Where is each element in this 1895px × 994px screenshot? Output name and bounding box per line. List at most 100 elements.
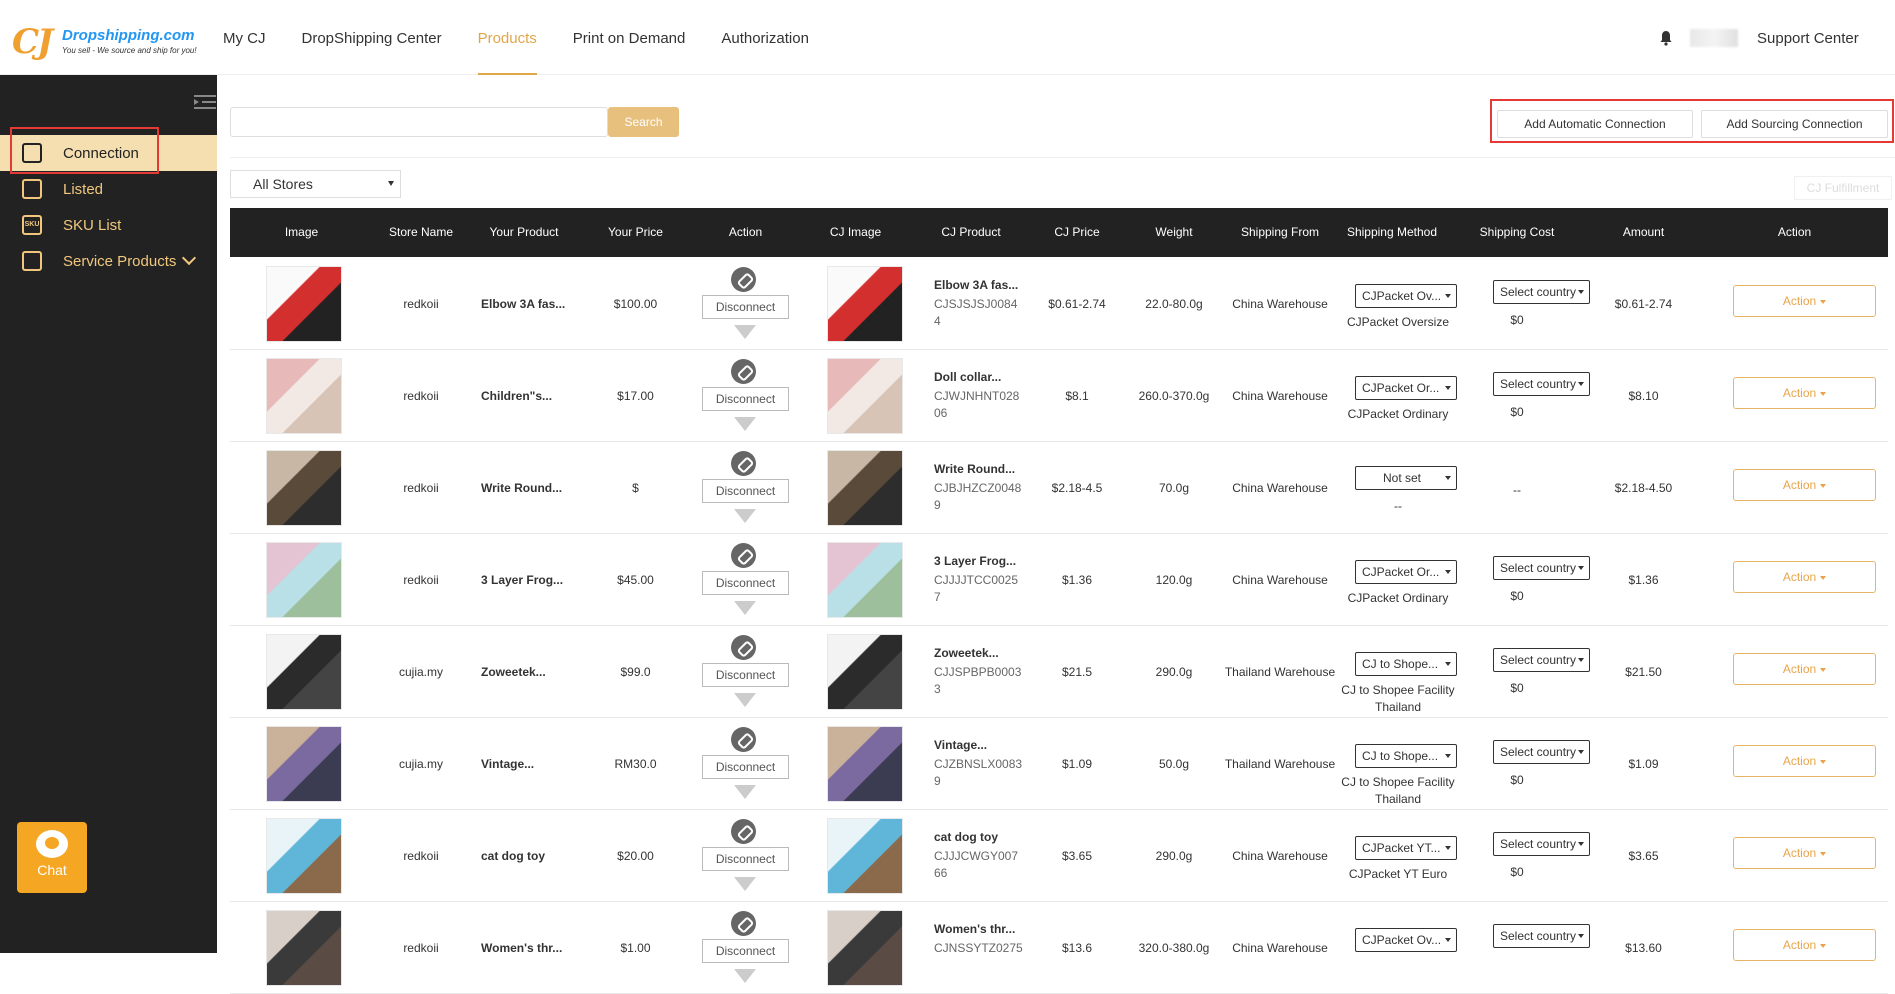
nav-authorization[interactable]: Authorization xyxy=(721,0,809,75)
store-filter-select[interactable]: All Stores xyxy=(230,170,401,198)
logo[interactable]: CJ Dropshipping.com You sell - We source… xyxy=(12,22,197,62)
product-image[interactable] xyxy=(266,726,342,802)
product-image[interactable] xyxy=(266,818,342,894)
cj-product-name[interactable]: cat dog toy xyxy=(934,830,1024,844)
column-header: Amount xyxy=(1622,225,1665,239)
cj-product-name[interactable]: 3 Layer Frog... xyxy=(934,554,1024,568)
shipping-cost-country-select[interactable]: Select country xyxy=(1493,372,1590,396)
product-image[interactable] xyxy=(266,542,342,618)
shipping-cost-country-select[interactable]: Select country xyxy=(1493,648,1590,672)
row-action-button[interactable]: Action xyxy=(1733,837,1876,869)
row-action-button[interactable]: Action xyxy=(1733,377,1876,409)
shipping-method-select[interactable]: Not set xyxy=(1355,466,1457,490)
product-image[interactable] xyxy=(266,450,342,526)
disconnect-button[interactable]: Disconnect xyxy=(702,847,789,871)
nav-print-on-demand[interactable]: Print on Demand xyxy=(573,0,686,75)
add-automatic-connection-button[interactable]: Add Automatic Connection xyxy=(1497,110,1693,138)
product-image[interactable] xyxy=(266,358,342,434)
cj-product-image[interactable] xyxy=(827,266,903,342)
cj-product-name[interactable]: Women's thr... xyxy=(934,922,1024,936)
row-action-button[interactable]: Action xyxy=(1733,561,1876,593)
cj-product-image[interactable] xyxy=(827,726,903,802)
disconnect-button[interactable]: Disconnect xyxy=(702,663,789,687)
shipping-method-select[interactable]: CJPacket Ov... xyxy=(1355,284,1457,308)
nav-products[interactable]: Products xyxy=(477,0,538,75)
shipping-method-select[interactable]: CJ to Shope... xyxy=(1355,652,1457,676)
cj-product-image[interactable] xyxy=(827,542,903,618)
shipping-cost-country-select[interactable]: Select country xyxy=(1493,832,1590,856)
disconnect-button[interactable]: Disconnect xyxy=(702,295,789,319)
link-icon[interactable] xyxy=(731,359,756,384)
your-product-name[interactable]: Vintage... xyxy=(481,757,534,771)
disconnect-button[interactable]: Disconnect xyxy=(702,755,789,779)
link-icon[interactable] xyxy=(731,267,756,292)
product-image[interactable] xyxy=(266,266,342,342)
support-center-link[interactable]: Support Center xyxy=(1757,30,1859,47)
row-action-button[interactable]: Action xyxy=(1733,469,1876,501)
add-sourcing-connection-button[interactable]: Add Sourcing Connection xyxy=(1701,110,1888,138)
triangle-down-icon[interactable] xyxy=(734,785,756,799)
chat-button[interactable]: Chat xyxy=(17,822,87,893)
product-image[interactable] xyxy=(266,910,342,986)
link-icon[interactable] xyxy=(731,635,756,660)
row-action-button[interactable]: Action xyxy=(1733,745,1876,777)
search-button[interactable]: Search xyxy=(608,107,679,137)
disconnect-button[interactable]: Disconnect xyxy=(702,939,789,963)
link-icon[interactable] xyxy=(731,543,756,568)
cj-fulfillment-button[interactable]: CJ Fulfillment xyxy=(1794,176,1892,200)
shipping-method-select[interactable]: CJPacket Or... xyxy=(1355,560,1457,584)
cj-product-name[interactable]: Elbow 3A fas... xyxy=(934,278,1024,292)
cj-product-image[interactable] xyxy=(827,634,903,710)
cj-product-image[interactable] xyxy=(827,818,903,894)
your-product-name[interactable]: 3 Layer Frog... xyxy=(481,573,563,587)
row-action-button[interactable]: Action xyxy=(1733,929,1876,961)
triangle-down-icon[interactable] xyxy=(734,877,756,891)
triangle-down-icon[interactable] xyxy=(734,969,756,983)
link-icon[interactable] xyxy=(731,451,756,476)
shipping-cost-country-select[interactable]: Select country xyxy=(1493,924,1590,948)
row-action-button[interactable]: Action xyxy=(1733,653,1876,685)
shipping-cost-country-select[interactable]: Select country xyxy=(1493,740,1590,764)
bell-icon[interactable] xyxy=(1658,30,1674,46)
link-icon[interactable] xyxy=(731,819,756,844)
sidebar-item-sku-list[interactable]: SKU SKU List xyxy=(0,207,217,243)
disconnect-button[interactable]: Disconnect xyxy=(702,571,789,595)
user-avatar[interactable] xyxy=(1690,29,1738,47)
shipping-method-select[interactable]: CJPacket Ov... xyxy=(1355,928,1457,952)
your-product-name[interactable]: Elbow 3A fas... xyxy=(481,297,565,311)
shipping-cost: $0 xyxy=(1510,589,1524,603)
search-input[interactable] xyxy=(230,107,608,137)
cj-product-name[interactable]: Zoweetek... xyxy=(934,646,1024,660)
link-icon[interactable] xyxy=(731,911,756,936)
sidebar-item-listed[interactable]: Listed xyxy=(0,171,217,207)
row-action-button[interactable]: Action xyxy=(1733,285,1876,317)
sidebar-collapse-icon[interactable] xyxy=(194,93,216,111)
shipping-method-select[interactable]: CJ to Shope... xyxy=(1355,744,1457,768)
sidebar-item-service-products[interactable]: Service Products xyxy=(0,243,217,279)
triangle-down-icon[interactable] xyxy=(734,693,756,707)
triangle-down-icon[interactable] xyxy=(734,601,756,615)
shipping-cost-country-select[interactable]: Select country xyxy=(1493,280,1590,304)
shipping-cost-country-select[interactable]: Select country xyxy=(1493,556,1590,580)
your-product-name[interactable]: Write Round... xyxy=(481,481,562,495)
triangle-down-icon[interactable] xyxy=(734,325,756,339)
nav-my-cj[interactable]: My CJ xyxy=(223,0,266,75)
cj-product-image[interactable] xyxy=(827,358,903,434)
triangle-down-icon[interactable] xyxy=(734,509,756,523)
cj-product-image[interactable] xyxy=(827,910,903,986)
triangle-down-icon[interactable] xyxy=(734,417,756,431)
cj-product-name[interactable]: Doll collar... xyxy=(934,370,1024,384)
your-product-name[interactable]: cat dog toy xyxy=(481,849,545,863)
shipping-method-select[interactable]: CJPacket YT... xyxy=(1355,836,1457,860)
disconnect-button[interactable]: Disconnect xyxy=(702,387,789,411)
cj-product-name[interactable]: Vintage... xyxy=(934,738,1024,752)
shipping-method-select[interactable]: CJPacket Or... xyxy=(1355,376,1457,400)
cj-product-image[interactable] xyxy=(827,450,903,526)
disconnect-button[interactable]: Disconnect xyxy=(702,479,789,503)
product-image[interactable] xyxy=(266,634,342,710)
your-product-name[interactable]: Zoweetek... xyxy=(481,665,546,679)
link-icon[interactable] xyxy=(731,727,756,752)
your-product-name[interactable]: Children"s... xyxy=(481,389,552,403)
nav-dropshipping-center[interactable]: DropShipping Center xyxy=(302,0,442,75)
cj-product-name[interactable]: Write Round... xyxy=(934,462,1024,476)
